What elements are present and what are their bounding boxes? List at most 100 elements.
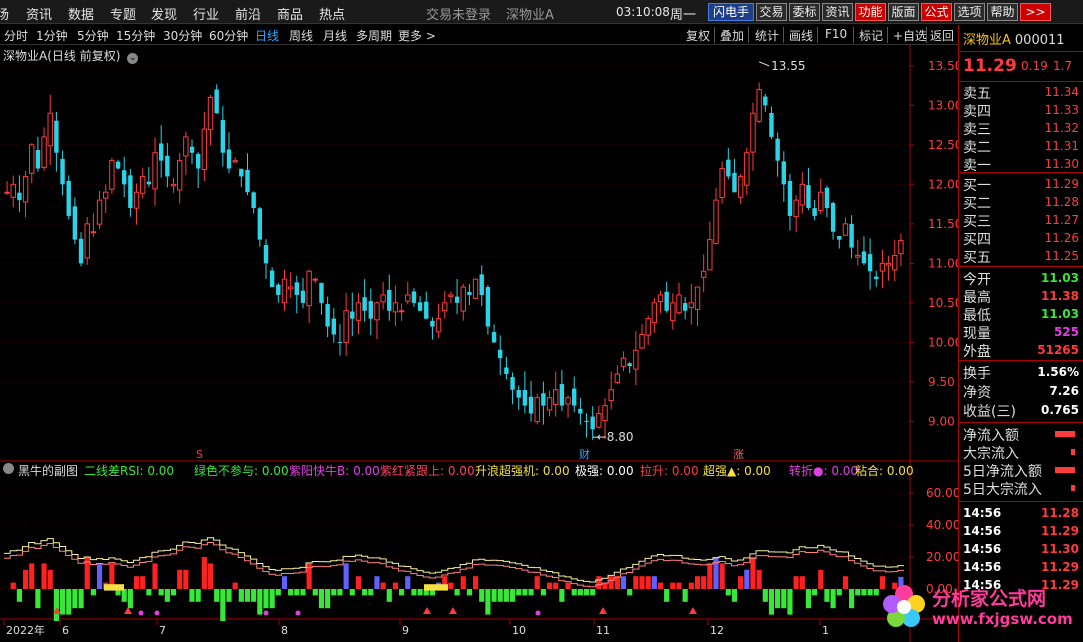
trade-button[interactable]: 交易	[756, 3, 787, 21]
period-tab-more[interactable]: 更多 >	[398, 27, 436, 44]
menu-item-hot[interactable]: 热点	[319, 4, 345, 23]
bid-label: 买四	[963, 232, 991, 248]
trade-time: 14:56	[963, 506, 1002, 520]
ind-bar-up	[842, 576, 849, 589]
candle-body	[460, 286, 466, 312]
ind-bar-up	[47, 569, 53, 589]
bid-row-5[interactable]: 买五 11.25	[963, 247, 1079, 266]
y-tick-label: 12.50	[928, 138, 958, 152]
layout-button[interactable]: 版面	[888, 3, 919, 21]
login-status[interactable]: 交易未登录	[426, 4, 491, 23]
period-tab-5min[interactable]: 5分钟	[77, 27, 109, 44]
x-tick-label: 6	[62, 624, 69, 637]
candle-body	[737, 175, 744, 198]
capital-flow-row[interactable]: 5日净流入额	[963, 461, 1079, 480]
mark-button[interactable]: 标记	[859, 27, 883, 44]
ask-row-3[interactable]: 卖三 11.32	[963, 119, 1079, 138]
period-tab-timeshare[interactable]: 分时	[4, 27, 28, 44]
period-tab-daily[interactable]: 日线	[255, 27, 279, 44]
candle-body	[830, 202, 836, 232]
bid-row-1[interactable]: 买一 11.29	[963, 175, 1079, 194]
candle-body	[602, 405, 608, 422]
chart-title: 深物业A(日线 前复权) ⌄	[3, 47, 139, 64]
adjust-button[interactable]: 复权	[686, 27, 710, 44]
more-button[interactable]: >>	[1020, 3, 1051, 21]
toolbar-divider	[887, 27, 888, 43]
bid-row-2[interactable]: 买二 11.28	[963, 193, 1079, 212]
ind-bar-down	[571, 589, 577, 596]
indicator-label-rsi: 二线差RSI: 0.00	[84, 464, 175, 478]
menu-item-topic[interactable]: 专题	[110, 4, 136, 23]
ind-bar-down	[72, 589, 78, 609]
kline-chart[interactable]: 13.55←8.80S财涨 13.5013.0012.5012.0011.501…	[0, 45, 958, 642]
bid-row-3[interactable]: 买三 11.27	[963, 211, 1079, 230]
quote-header[interactable]: 深物业A 000011	[963, 29, 1065, 48]
order-button[interactable]: 委标	[789, 3, 820, 21]
ind-bar-down	[583, 589, 590, 596]
period-tab-15min[interactable]: 15分钟	[116, 27, 155, 44]
ask-row-4[interactable]: 卖四 11.33	[963, 101, 1079, 120]
capital-flow-row[interactable]: 大宗流入	[963, 443, 1079, 462]
capital-flow-row[interactable]: 净流入额	[963, 425, 1079, 444]
period-tab-60min[interactable]: 60分钟	[209, 27, 248, 44]
super-strong-marker	[689, 607, 697, 614]
lightning-trade-button[interactable]: 闪电手	[708, 3, 754, 21]
help-button[interactable]: 帮助	[987, 3, 1018, 21]
turn-marker	[263, 610, 269, 616]
menu-item-0[interactable]: 场	[0, 4, 9, 23]
stat-row: 收益(三) 0.765	[963, 401, 1079, 420]
candle-body	[201, 128, 208, 170]
ind-y-tick-label: 60.00	[926, 486, 958, 500]
y-tick-label: 11.50	[928, 217, 958, 231]
formula-button[interactable]: 公式	[921, 3, 952, 21]
bid-row-4[interactable]: 买四 11.26	[963, 229, 1079, 248]
ind-bar-down	[170, 589, 177, 596]
divider	[959, 501, 1083, 502]
period-tab-multi[interactable]: 多周期	[356, 27, 392, 44]
ind-bar-down	[59, 589, 66, 615]
ind-bar-up	[614, 576, 620, 589]
period-tab-monthly[interactable]: 月线	[323, 27, 347, 44]
ask-row-2[interactable]: 卖二 11.31	[963, 137, 1079, 156]
ind-bar-down	[288, 589, 294, 596]
ask-row-5[interactable]: 卖五 11.34	[963, 83, 1079, 102]
stats-button[interactable]: 统计	[755, 27, 779, 44]
function-button[interactable]: 功能	[855, 3, 886, 21]
chevron-down-icon[interactable]	[3, 463, 14, 474]
x-tick-label: 1	[822, 624, 829, 637]
menu-item-discover[interactable]: 发现	[151, 4, 177, 23]
ind-bar-down	[824, 589, 830, 602]
period-tab-30min[interactable]: 30分钟	[163, 27, 202, 44]
candle-body	[541, 393, 546, 406]
draw-button[interactable]: 画线	[789, 27, 813, 44]
add-watchlist-button[interactable]: +自选	[893, 27, 927, 44]
overlay-button[interactable]: 叠加	[720, 27, 744, 44]
candle-body	[578, 408, 583, 414]
menu-item-industry[interactable]: 行业	[193, 4, 219, 23]
trade-price: 11.28	[1041, 506, 1079, 520]
ind-bar-down	[781, 589, 787, 609]
ind-bar-up	[232, 582, 238, 589]
y-tick-label: 10.00	[928, 335, 958, 349]
menu-item-commodity[interactable]: 商品	[277, 4, 303, 23]
candle-body	[867, 254, 873, 272]
back-button[interactable]: 返回	[930, 27, 954, 44]
period-tab-weekly[interactable]: 周线	[289, 27, 313, 44]
candle-body	[72, 206, 78, 240]
ind-bar-up	[472, 576, 479, 589]
ind-bar-down	[158, 589, 164, 596]
f10-button[interactable]: F10	[825, 27, 847, 41]
indicator-name[interactable]: 黑牛的副图	[18, 462, 78, 479]
menu-item-data[interactable]: 数据	[68, 4, 94, 23]
menu-item-frontier[interactable]: 前沿	[235, 4, 261, 23]
candle-body	[146, 181, 152, 185]
chevron-down-icon[interactable]: ⌄	[127, 53, 139, 64]
ask-row-1[interactable]: 卖一 11.30	[963, 155, 1079, 174]
ind-bar-down	[238, 589, 244, 602]
capital-flow-row[interactable]: 5日大宗流入	[963, 479, 1079, 498]
menu-item-news[interactable]: 资讯	[26, 4, 52, 23]
options-button[interactable]: 选项	[954, 3, 985, 21]
news-button[interactable]: 资讯	[822, 3, 853, 21]
period-tab-1min[interactable]: 1分钟	[36, 27, 68, 44]
chart-title-text: 深物业A(日线 前复权)	[3, 49, 121, 63]
